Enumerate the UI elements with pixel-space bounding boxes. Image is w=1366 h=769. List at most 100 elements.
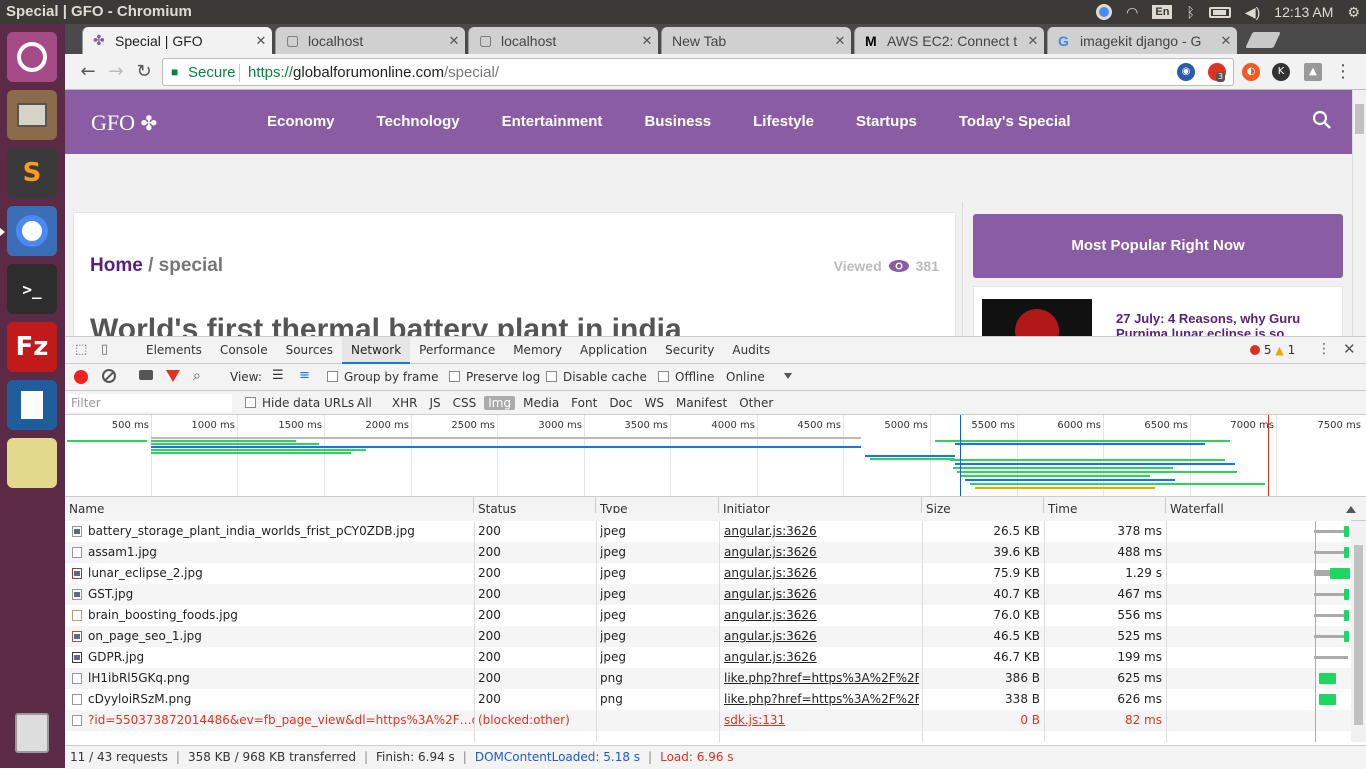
tab-localhost-2[interactable]: ▢ localhost ✕ (468, 27, 658, 54)
request-initiator-link[interactable]: angular.js:3626 (724, 647, 919, 668)
popular-item-card[interactable]: 27 July: 4 Reasons, why Guru Purnima lun… (973, 286, 1343, 336)
nav-link-entertainment[interactable]: Entertainment (502, 113, 603, 130)
table-row-blocked[interactable]: ?id=550373872014486&ev=fb_page_view&dl=h… (65, 710, 1351, 731)
reload-icon[interactable]: ↻ (131, 60, 157, 84)
network-timeline-overview[interactable]: 500 ms 1000 ms 1500 ms 2000 ms 2500 ms 3… (65, 415, 1366, 497)
filter-type-other[interactable]: Other (735, 396, 777, 410)
chromium-indicator-icon[interactable] (1096, 4, 1113, 20)
filter-type-doc[interactable]: Doc (605, 396, 636, 410)
settings-gear-icon[interactable]: ⚙ (1347, 4, 1360, 21)
close-tab-icon[interactable]: ✕ (1215, 33, 1237, 49)
request-name[interactable]: assam1.jpg (69, 542, 474, 563)
filezilla-icon[interactable]: Fz (7, 322, 57, 372)
tab-new-tab[interactable]: New Tab ✕ (661, 27, 851, 54)
terminal-icon[interactable]: >_ (7, 264, 57, 314)
request-name[interactable]: ?id=550373872014486&ev=fb_page_view&dl=h… (69, 710, 474, 731)
inspect-element-icon[interactable]: ⬚ (75, 342, 91, 358)
filter-type-js[interactable]: JS (425, 396, 444, 410)
keyboard-layout-indicator[interactable]: En (1152, 5, 1173, 19)
tab-aws-ec2[interactable]: M AWS EC2: Connect t ✕ (854, 27, 1044, 54)
filter-type-media[interactable]: Media (519, 396, 563, 410)
table-row-partial[interactable] (65, 513, 1351, 521)
search-icon[interactable]: ⌕ (193, 368, 201, 384)
volume-icon[interactable]: ◀) (1245, 4, 1260, 21)
nav-link-technology[interactable]: Technology (377, 113, 460, 130)
group-by-frame-toggle[interactable]: Group by frame (327, 370, 438, 384)
request-name[interactable]: lH1ibRl5GKq.png (69, 668, 474, 689)
request-name[interactable]: cDyyloiRSzM.png (69, 689, 474, 710)
devtools-tab-network[interactable]: Network (342, 337, 411, 364)
request-name[interactable]: brain_boosting_foods.jpg (69, 605, 474, 626)
console-issues-counter[interactable]: 5 ▲ 1 (1250, 343, 1295, 357)
large-rows-icon[interactable]: ☰ (272, 368, 284, 383)
extension-adblock-icon[interactable]: 3 (1208, 63, 1226, 82)
sort-ascending-icon[interactable] (1346, 506, 1356, 513)
group-by-frame-checkbox[interactable] (327, 371, 338, 382)
extension-user-icon[interactable]: ▲ (1304, 63, 1322, 81)
nav-link-business[interactable]: Business (644, 113, 711, 130)
devtools-menu-icon[interactable]: ⋮ (1317, 341, 1331, 357)
request-initiator-link[interactable]: angular.js:3626 (724, 626, 919, 647)
tab-special-gfo[interactable]: ✤ Special | GFO ✕ (82, 27, 272, 54)
clear-icon[interactable] (102, 369, 116, 383)
table-row[interactable]: GST.jpg 200 jpeg angular.js:3626 40.7 KB… (65, 584, 1351, 605)
nav-link-startups[interactable]: Startups (856, 113, 917, 130)
filter-type-css[interactable]: CSS (449, 396, 481, 410)
preserve-log-checkbox[interactable] (449, 371, 460, 382)
popular-item-title[interactable]: 27 July: 4 Reasons, why Guru Purnima lun… (1116, 311, 1336, 336)
lunar-eclipse-thumbnail[interactable] (982, 299, 1092, 336)
close-tab-icon[interactable]: ✕ (250, 33, 272, 49)
request-name[interactable]: on_page_seo_1.jpg (69, 626, 474, 647)
back-arrow-icon[interactable]: ← (75, 60, 101, 84)
chrome-menu-icon[interactable]: ⋮ (1330, 60, 1356, 84)
table-row[interactable]: battery_storage_plant_india_worlds_frist… (65, 521, 1351, 542)
clock[interactable]: 12:13 AM (1274, 4, 1333, 20)
disable-cache-checkbox[interactable] (546, 371, 557, 382)
table-row[interactable]: cDyyloiRSzM.png 200 png like.php?href=ht… (65, 689, 1351, 710)
request-initiator-link[interactable]: sdk.js:131 (724, 710, 919, 731)
page-scrollbar[interactable] (1352, 90, 1366, 336)
filter-type-manifest[interactable]: Manifest (672, 396, 731, 410)
nav-link-economy[interactable]: Economy (267, 113, 335, 130)
tab-imagekit-django[interactable]: G imagekit django - G ✕ (1047, 27, 1237, 54)
trash-icon[interactable] (7, 708, 57, 758)
files-icon[interactable] (7, 90, 57, 140)
waterfall-view-icon[interactable]: ≡ (299, 368, 310, 383)
request-name[interactable]: GDPR.jpg (69, 647, 474, 668)
request-name[interactable]: battery_storage_plant_india_worlds_frist… (69, 521, 474, 542)
chevron-down-icon[interactable] (784, 373, 792, 379)
breadcrumb-home-link[interactable]: Home (90, 255, 143, 276)
battery-icon[interactable] (1208, 6, 1231, 18)
new-tab-button[interactable] (1245, 32, 1281, 48)
extension-postman-icon[interactable]: ◐ (1242, 63, 1260, 81)
extension-profile-icon[interactable]: ◉ (1177, 63, 1195, 81)
filter-type-img[interactable]: Img (484, 396, 516, 410)
filter-type-ws[interactable]: WS (641, 396, 668, 410)
bluetooth-icon[interactable]: ᛒ (1186, 4, 1194, 20)
page-scrollbar-thumb[interactable] (1355, 104, 1364, 134)
devtools-tab-performance[interactable]: Performance (410, 337, 504, 364)
capture-screenshots-icon[interactable] (139, 370, 153, 380)
forward-arrow-icon[interactable]: → (103, 60, 129, 84)
close-tab-icon[interactable]: ✕ (1022, 33, 1044, 49)
table-row[interactable]: lH1ibRl5GKq.png 200 png like.php?href=ht… (65, 668, 1351, 689)
close-tab-icon[interactable]: ✕ (636, 33, 658, 49)
devtools-tab-security[interactable]: Security (656, 337, 723, 364)
dash-icon[interactable] (7, 32, 57, 82)
devtools-tab-sources[interactable]: Sources (277, 337, 342, 364)
devtools-tab-elements[interactable]: Elements (137, 337, 211, 364)
devtools-tab-memory[interactable]: Memory (504, 337, 571, 364)
request-initiator-link[interactable]: like.php?href=https%3A%2F%2F… (724, 689, 919, 710)
table-row[interactable]: GDPR.jpg 200 jpeg angular.js:3626 46.7 K… (65, 647, 1351, 668)
record-icon[interactable] (74, 370, 88, 384)
hide-data-urls-checkbox[interactable] (245, 397, 256, 408)
nav-link-todays-special[interactable]: Today's Special (959, 113, 1071, 130)
request-name[interactable]: lunar_eclipse_2.jpg (69, 563, 474, 584)
table-scrollbar-thumb[interactable] (1354, 545, 1363, 725)
close-tab-icon[interactable]: ✕ (829, 33, 851, 49)
hide-data-urls-toggle[interactable]: Hide data URLs (245, 396, 354, 410)
request-initiator-link[interactable]: angular.js:3626 (724, 542, 919, 563)
preserve-log-toggle[interactable]: Preserve log (449, 370, 540, 384)
close-devtools-icon[interactable]: ✕ (1343, 340, 1356, 358)
request-initiator-link[interactable]: angular.js:3626 (724, 605, 919, 626)
